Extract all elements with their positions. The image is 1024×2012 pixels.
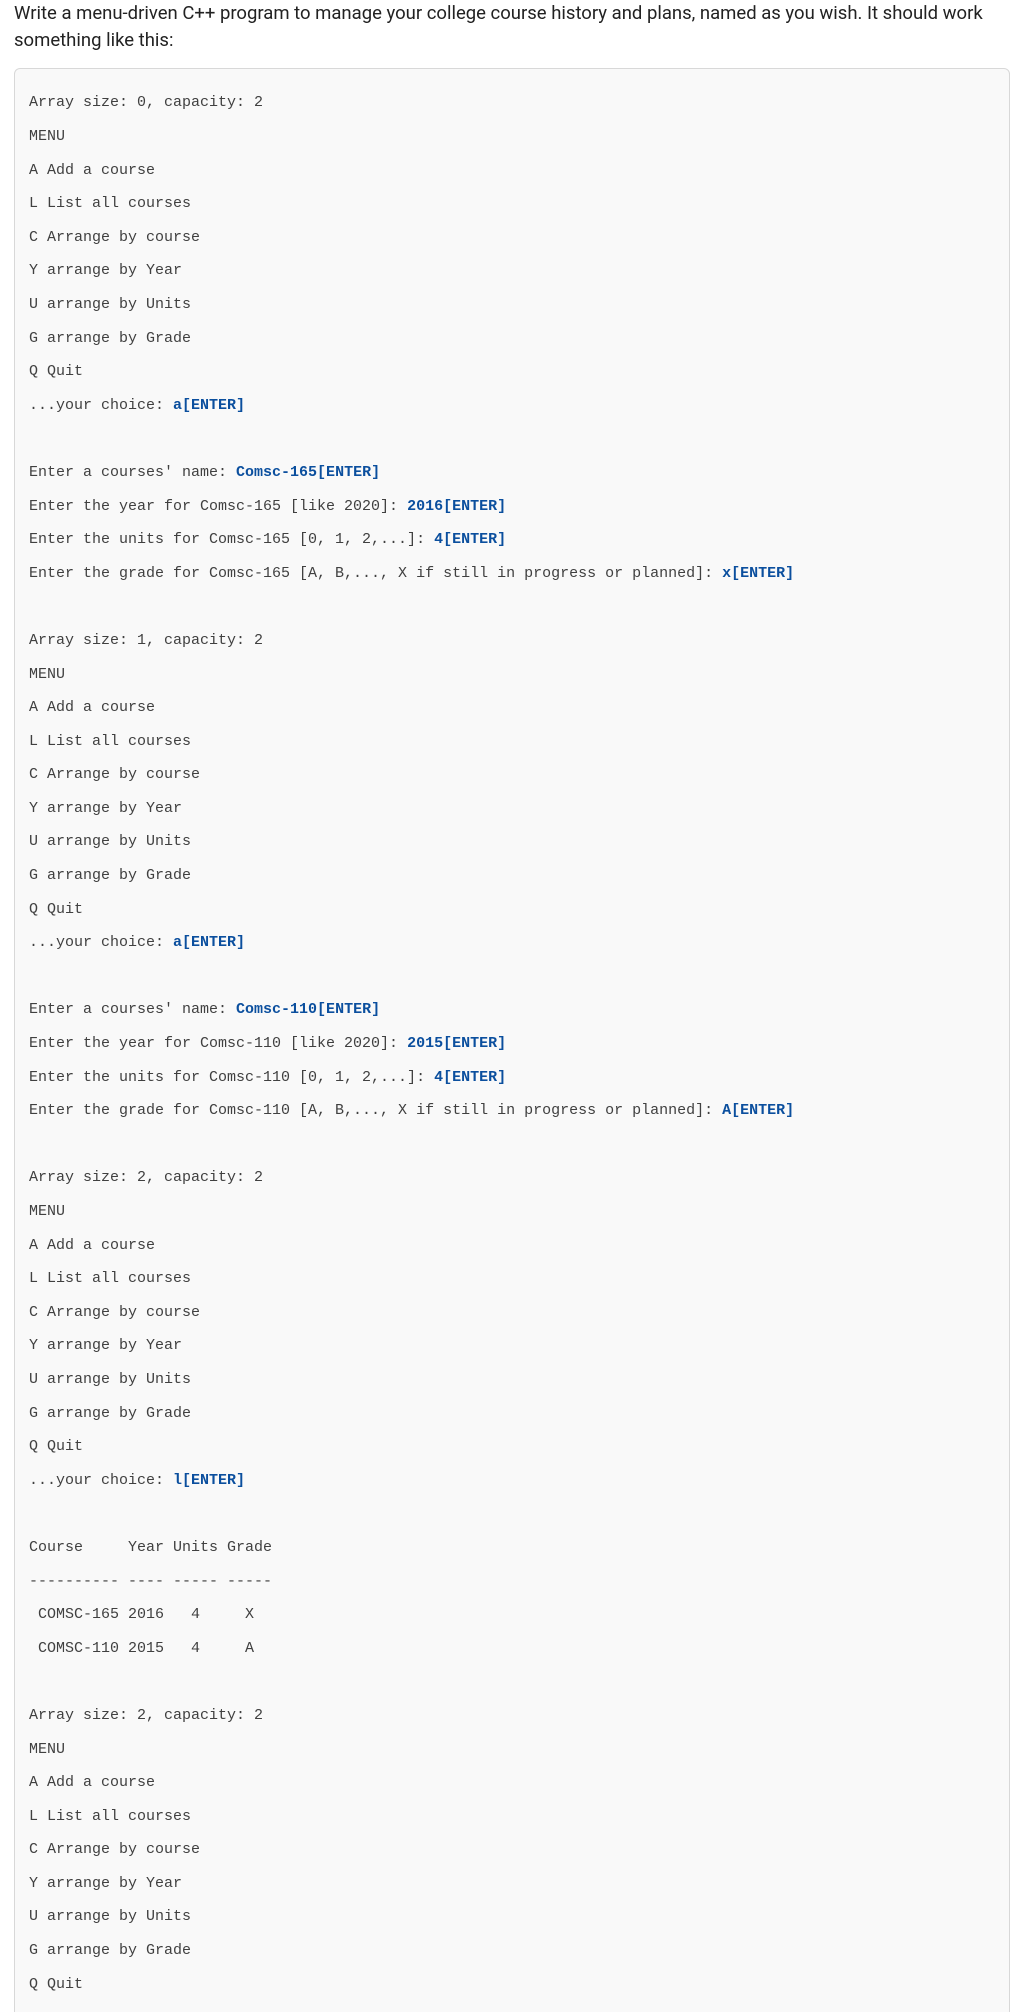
menu-item: G arrange by Grade [29,1406,995,1423]
choice-label: ...your choice: [29,397,173,414]
prompt-grade: Enter the grade for Comsc-110 [A, B,...,… [29,1102,722,1119]
user-input: A[ENTER] [722,1102,794,1119]
user-input: l[ENTER] [173,1472,245,1489]
menu-item: L List all courses [29,196,995,213]
menu-item: Y arrange by Year [29,1338,995,1355]
menu-item: Q Quit [29,902,995,919]
user-input: x[ENTER] [722,565,794,582]
menu-item: G arrange by Grade [29,331,995,348]
table-row: COMSC-165 2016 4 X [29,1607,995,1624]
menu-item: Q Quit [29,364,995,381]
user-input: Comsc-165[ENTER] [236,464,380,481]
menu-item: Q Quit [29,1439,995,1456]
prompt-year: Enter the year for Comsc-110 [like 2020]… [29,1035,407,1052]
user-input: 4[ENTER] [434,531,506,548]
menu-title: MENU [29,667,995,684]
menu-item: A Add a course [29,1238,995,1255]
user-input: Comsc-110[ENTER] [236,1001,380,1018]
menu-item: U arrange by Units [29,834,995,851]
user-input: 2015[ENTER] [407,1035,506,1052]
table-header: Course Year Units Grade [29,1540,995,1557]
status-line: Array size: 1, capacity: 2 [29,633,995,650]
menu-item: A Add a course [29,163,995,180]
choice-label: ...your choice: [29,1472,173,1489]
menu-item: A Add a course [29,1775,995,1792]
menu-item: Y arrange by Year [29,263,995,280]
user-input: a[ENTER] [173,397,245,414]
menu-item: C Arrange by course [29,230,995,247]
menu-item: G arrange by Grade [29,868,995,885]
prompt-course-name: Enter a courses' name: [29,464,236,481]
user-input: a[ENTER] [173,934,245,951]
prompt-units: Enter the units for Comsc-110 [0, 1, 2,.… [29,1069,434,1086]
menu-item: Y arrange by Year [29,801,995,818]
prompt-grade: Enter the grade for Comsc-165 [A, B,...,… [29,565,722,582]
user-input: 4[ENTER] [434,1069,506,1086]
menu-item: A Add a course [29,700,995,717]
table-divider: ---------- ---- ----- ----- [29,1574,995,1591]
menu-item: Y arrange by Year [29,1876,995,1893]
menu-item: Q Quit [29,1977,995,1994]
intro-text: Write a menu-driven C++ program to manag… [14,0,1010,54]
menu-item: U arrange by Units [29,1909,995,1926]
prompt-course-name: Enter a courses' name: [29,1001,236,1018]
menu-title: MENU [29,1742,995,1759]
table-row: COMSC-110 2015 4 A [29,1641,995,1658]
menu-title: MENU [29,129,995,146]
status-line: Array size: 2, capacity: 2 [29,1708,995,1725]
status-line: Array size: 0, capacity: 2 [29,95,995,112]
choice-label: ...your choice: [29,934,173,951]
menu-item: L List all courses [29,1809,995,1826]
prompt-year: Enter the year for Comsc-165 [like 2020]… [29,498,407,515]
menu-item: C Arrange by course [29,767,995,784]
menu-item: U arrange by Units [29,297,995,314]
status-line: Array size: 2, capacity: 2 [29,1170,995,1187]
user-input: 2016[ENTER] [407,498,506,515]
menu-item: G arrange by Grade [29,1943,995,1960]
menu-item: C Arrange by course [29,1305,995,1322]
prompt-units: Enter the units for Comsc-165 [0, 1, 2,.… [29,531,434,548]
menu-item: U arrange by Units [29,1372,995,1389]
menu-title: MENU [29,1204,995,1221]
menu-item: L List all courses [29,1271,995,1288]
menu-item: L List all courses [29,734,995,751]
menu-item: C Arrange by course [29,1842,995,1859]
terminal-output: Array size: 0, capacity: 2 MENU A Add a … [14,68,1010,2012]
